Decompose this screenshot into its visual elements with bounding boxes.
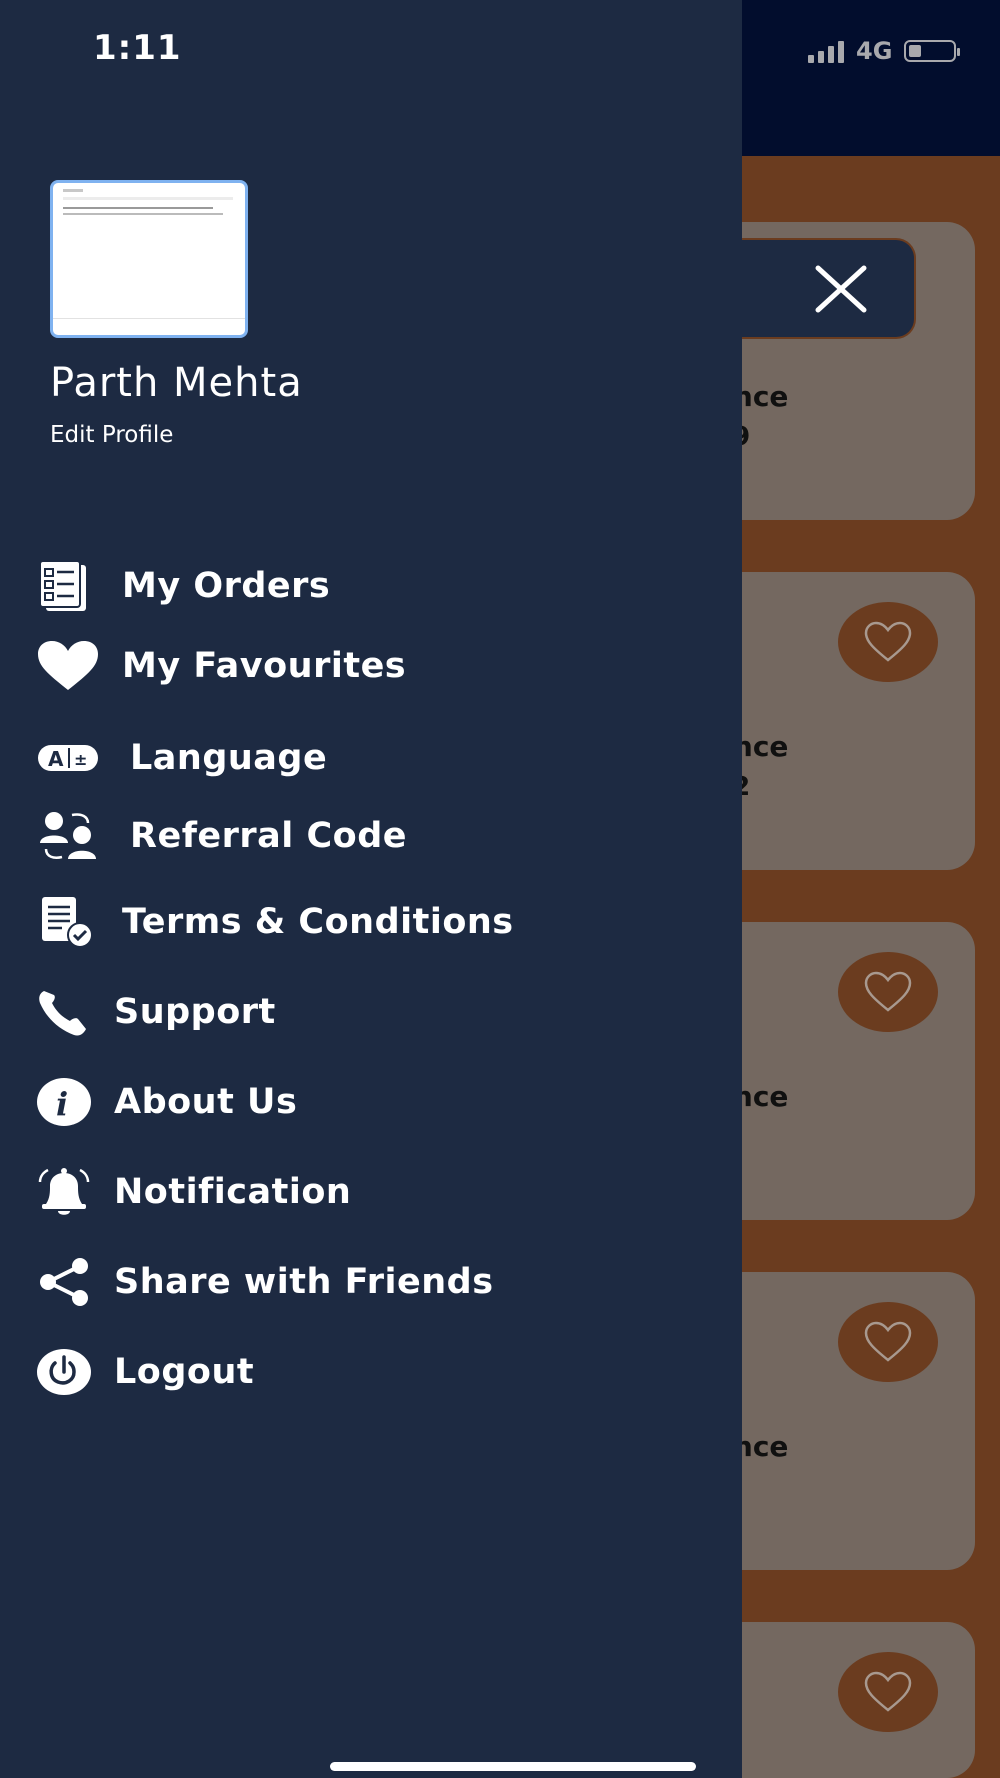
referral-icon [36,808,100,864]
terms-icon [36,894,100,950]
navigation-drawer: 1:11 Parth Mehta Edit Profile My Orders [0,0,742,1778]
signal-icon [808,39,844,63]
language-icon: A ± [36,730,100,786]
menu-item-language[interactable]: A ± Language [36,728,327,788]
phone-icon [36,984,100,1040]
menu-item-my-favourites[interactable]: My Favourites [36,636,406,696]
power-icon [36,1344,100,1400]
menu-label: My Favourites [122,646,407,686]
svg-text:A: A [48,747,64,771]
avatar[interactable] [50,180,248,338]
menu-label: Notification [114,1172,352,1212]
favourite-heart-icon[interactable] [838,952,938,1032]
home-indicator[interactable] [330,1762,696,1771]
menu-label: Logout [114,1352,255,1392]
menu-item-referral-code[interactable]: Referral Code [36,806,407,866]
heart-icon [36,638,100,694]
status-time: 1:11 [93,28,182,68]
menu-label: Terms & Conditions [122,902,514,942]
network-type: 4G [856,37,893,65]
menu-item-my-orders[interactable]: My Orders [36,556,330,616]
favourite-heart-icon[interactable] [838,602,938,682]
status-indicators: 4G [808,36,961,66]
menu-item-terms-conditions[interactable]: Terms & Conditions [36,892,514,952]
menu-label: About Us [114,1082,298,1122]
favourite-heart-icon[interactable] [838,1302,938,1382]
close-icon [815,265,867,313]
menu-item-logout[interactable]: Logout [36,1342,254,1402]
menu-label: Support [114,992,276,1032]
menu-label: Referral Code [130,816,407,856]
svg-text:i: i [56,1085,68,1123]
menu-item-share-with-friends[interactable]: Share with Friends [36,1252,494,1312]
menu-item-notification[interactable]: Notification [36,1162,351,1222]
menu-label: Language [130,738,328,778]
menu-item-support[interactable]: Support [36,982,276,1042]
menu-label: Share with Friends [114,1262,494,1302]
menu-label: My Orders [122,566,331,606]
share-icon [36,1254,100,1310]
edit-profile-link[interactable]: Edit Profile [50,422,173,448]
orders-icon [36,558,100,614]
battery-icon [904,40,961,62]
svg-text:±: ± [74,750,87,769]
info-icon: i [36,1074,100,1130]
bell-icon [36,1164,100,1220]
menu-item-about-us[interactable]: i About Us [36,1072,297,1132]
favourite-heart-icon[interactable] [838,1652,938,1732]
profile-name: Parth Mehta [50,360,303,406]
